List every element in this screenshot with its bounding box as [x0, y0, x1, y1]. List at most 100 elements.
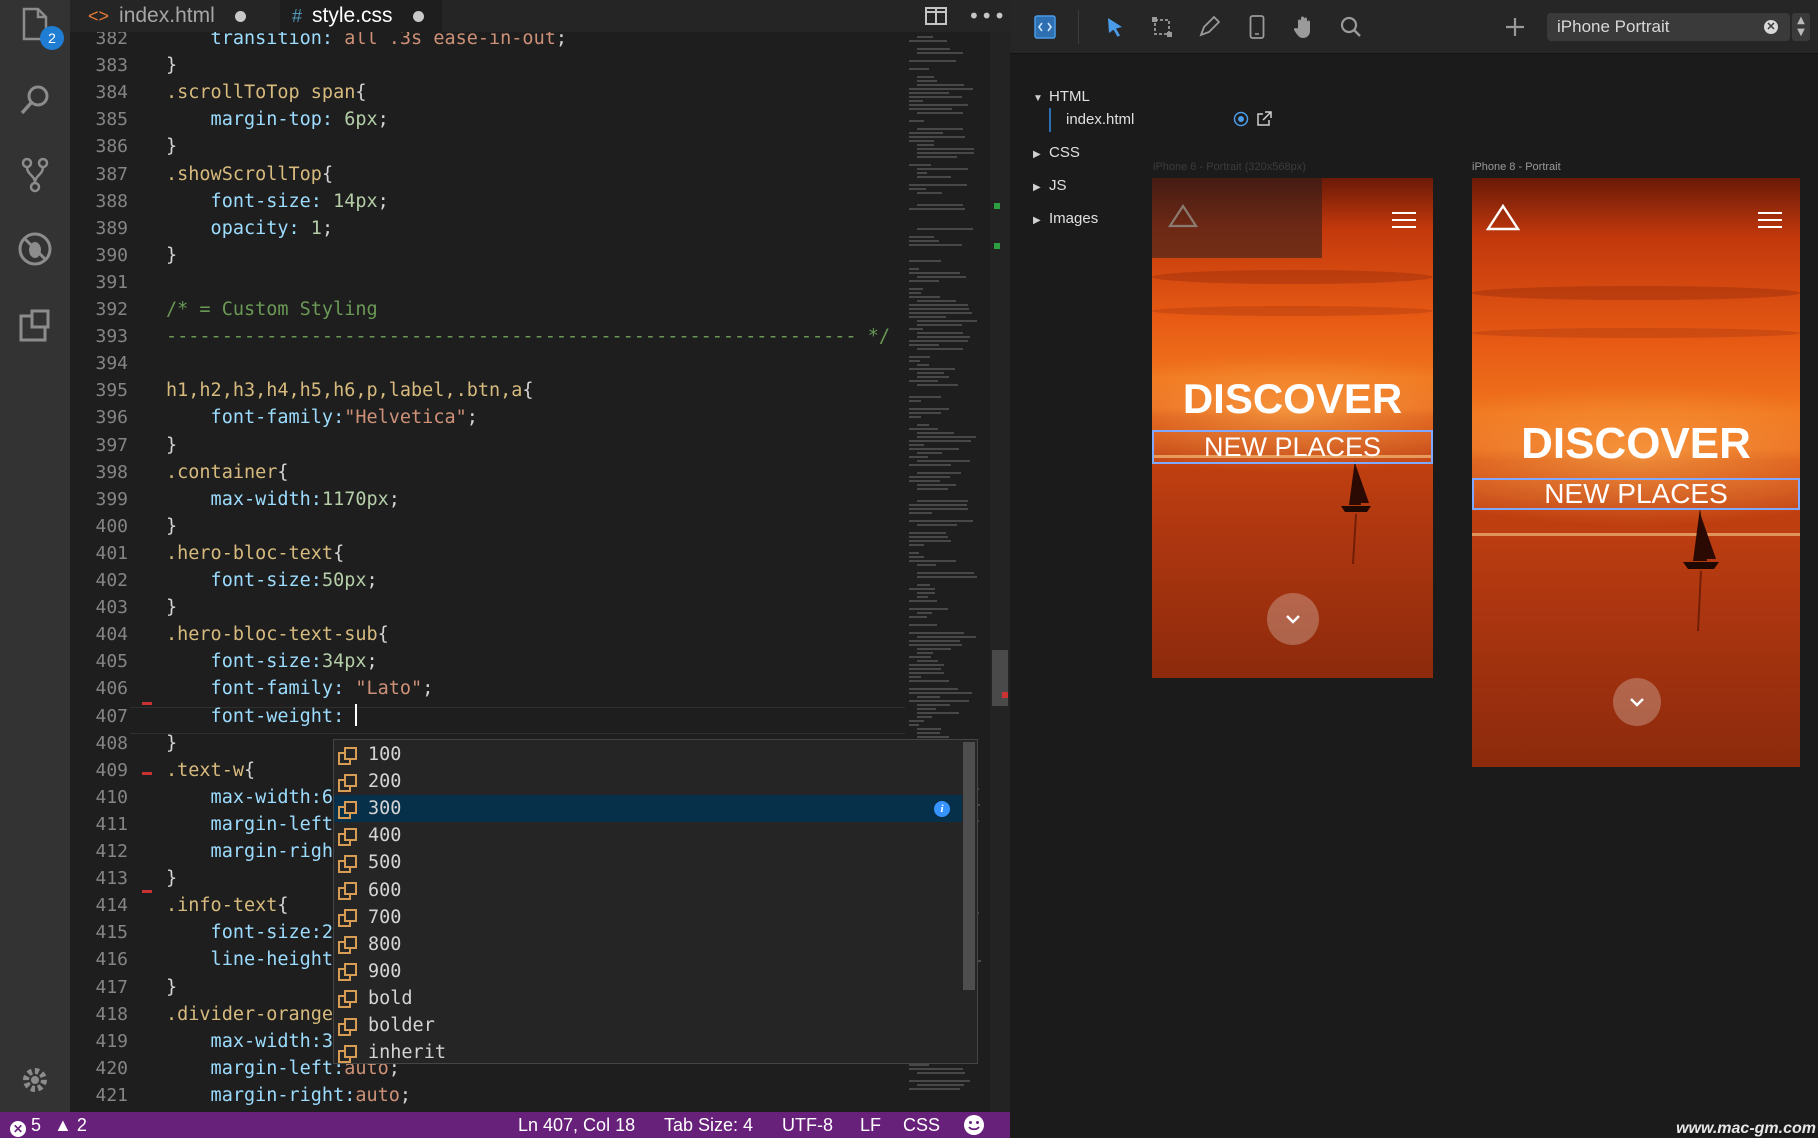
suggestion-item[interactable]: 500 [334, 849, 962, 876]
tree-folder-js[interactable]: ▶ JS [1033, 175, 1067, 197]
tab-style-css[interactable]: # style.css [280, 0, 442, 32]
feedback-smiley-icon[interactable] [963, 1114, 985, 1138]
code-line[interactable]: font-size:2 [166, 919, 334, 946]
tree-folder-images[interactable]: ▶ Images [1033, 208, 1098, 230]
hero-subtitle[interactable]: NEW PLACES [1152, 430, 1433, 464]
code-line[interactable]: font-weight: [166, 703, 358, 730]
add-device-icon[interactable] [1500, 12, 1530, 42]
code-line[interactable]: } [166, 513, 177, 540]
tree-folder-css[interactable]: ▶ CSS [1033, 142, 1080, 164]
code-line[interactable]: } [166, 133, 177, 160]
code-view-icon[interactable] [1030, 12, 1060, 42]
code-line[interactable]: /* = Custom Styling [166, 296, 378, 323]
explorer-icon[interactable]: 2 [10, 0, 64, 50]
code-line[interactable]: max-width:1170px; [166, 486, 400, 513]
device-stepper-icon[interactable]: ▲ ▼ [1792, 13, 1810, 41]
code-line[interactable]: font-family: "Lato"; [166, 675, 434, 702]
code-line[interactable]: .hero-bloc-text-sub{ [166, 621, 389, 648]
logo-triangle-icon[interactable] [1168, 204, 1198, 228]
code-line[interactable]: max-width:6 [166, 784, 334, 811]
device-preview-1[interactable]: DISCOVER NEW PLACES [1152, 178, 1433, 678]
suggestion-item[interactable]: 900 [334, 958, 962, 985]
device-select[interactable]: iPhone Portrait ✕ [1547, 13, 1790, 41]
tree-folder-html[interactable]: ▼ HTML [1033, 86, 1090, 108]
pen-tool-icon[interactable] [1194, 12, 1224, 42]
live-target-icon[interactable] [1233, 109, 1249, 131]
code-line[interactable]: } [166, 594, 177, 621]
suggestion-item[interactable]: 400 [334, 822, 962, 849]
suggestion-item[interactable]: 100 [334, 741, 962, 768]
tree-file-index-html[interactable]: index.html [1066, 109, 1134, 131]
suggestion-item[interactable]: bolder [334, 1012, 962, 1039]
problems-indicator[interactable]: ✕ 5 ▲ 2 [10, 1112, 87, 1138]
split-editor-icon[interactable] [925, 0, 947, 32]
suggestion-item[interactable]: inherit [334, 1039, 962, 1063]
code-line[interactable]: font-family:"Helvetica"; [166, 404, 478, 431]
code-line[interactable]: } [166, 730, 177, 757]
cursor-position[interactable]: Ln 407, Col 18 [518, 1112, 635, 1138]
language-mode[interactable]: CSS [903, 1112, 940, 1138]
settings-gear-icon[interactable] [10, 1055, 60, 1105]
code-line[interactable]: .text-w{ [166, 757, 255, 784]
scroll-down-button[interactable] [1267, 593, 1319, 645]
hand-pan-icon[interactable] [1289, 12, 1319, 42]
code-line[interactable]: } [166, 432, 177, 459]
device-preview-2[interactable]: DISCOVER NEW PLACES [1472, 178, 1800, 767]
code-line[interactable]: } [166, 974, 177, 1001]
suggestion-item[interactable]: 200 [334, 768, 962, 795]
code-line[interactable]: margin-top: 6px; [166, 106, 389, 133]
encoding[interactable]: UTF-8 [782, 1112, 833, 1138]
suggestion-item[interactable]: bold [334, 985, 962, 1012]
code-line[interactable]: line-height [166, 946, 334, 973]
suggestion-item[interactable]: 600 [334, 877, 962, 904]
scroll-down-button[interactable] [1613, 678, 1661, 726]
device-icon[interactable] [1242, 12, 1272, 42]
unsaved-dot-icon[interactable] [412, 10, 424, 22]
transform-icon[interactable] [1147, 12, 1177, 42]
code-line[interactable]: font-size: 14px; [166, 188, 389, 215]
code-line[interactable]: .container{ [166, 459, 289, 486]
code-line[interactable]: .divider-orange [166, 1001, 333, 1028]
line-ending[interactable]: LF [860, 1112, 881, 1138]
tab-index-html[interactable]: <> index.html [88, 0, 246, 32]
code-line[interactable]: h1,h2,h3,h4,h5,h6,p,label,.btn,a{ [166, 377, 534, 404]
more-actions-icon[interactable]: ••• [968, 0, 1006, 32]
search-icon[interactable] [10, 75, 60, 125]
unsaved-dot-icon[interactable] [234, 10, 246, 22]
tab-size[interactable]: Tab Size: 4 [664, 1112, 753, 1138]
code-line[interactable]: font-size:50px; [166, 567, 378, 594]
extensions-icon[interactable] [10, 300, 60, 350]
select-arrow-icon[interactable] [1100, 12, 1130, 42]
code-line[interactable]: font-size:34px; [166, 648, 378, 675]
code-line[interactable]: } [166, 242, 177, 269]
suggestion-item[interactable]: 300 i [334, 795, 962, 823]
debug-icon[interactable] [10, 224, 60, 274]
code-line[interactable]: margin-righ [166, 838, 334, 865]
hamburger-menu-icon[interactable] [1392, 212, 1416, 228]
editor-scrollbar[interactable] [990, 32, 1010, 1112]
code-line[interactable]: ----------------------------------------… [166, 323, 890, 350]
code-line[interactable]: transition: all .3s ease-in-out; [166, 32, 567, 52]
code-line[interactable]: .info-text{ [166, 892, 289, 919]
logo-triangle-icon[interactable] [1486, 204, 1520, 231]
code-line[interactable]: margin-right:auto; [166, 1082, 412, 1109]
code-line[interactable]: .showScrollTop{ [166, 161, 333, 188]
code-line[interactable]: } [166, 865, 177, 892]
suggestion-item[interactable]: 700 [334, 904, 962, 931]
code-line[interactable]: } [166, 52, 177, 79]
code-line[interactable]: max-width:3 [166, 1028, 334, 1055]
open-external-icon[interactable] [1256, 109, 1272, 131]
clear-icon[interactable]: ✕ [1764, 20, 1778, 34]
autocomplete-suggest-widget[interactable]: 100 200 300 i 400 500 600 700 800 900 bold bolder in… [333, 739, 978, 1064]
suggestion-item[interactable]: 800 [334, 931, 962, 958]
code-line[interactable]: .scrollToTop span{ [166, 79, 367, 106]
hamburger-menu-icon[interactable] [1758, 212, 1782, 228]
code-line[interactable]: margin-left [166, 811, 334, 838]
code-line[interactable]: opacity: 1; [166, 215, 334, 242]
source-control-icon[interactable] [10, 150, 60, 200]
info-icon[interactable]: i [934, 801, 950, 818]
hero-subtitle[interactable]: NEW PLACES [1472, 478, 1800, 510]
suggest-scrollbar[interactable] [963, 742, 975, 990]
zoom-search-icon[interactable] [1336, 12, 1366, 42]
code-line[interactable]: .hero-bloc-text{ [166, 540, 344, 567]
